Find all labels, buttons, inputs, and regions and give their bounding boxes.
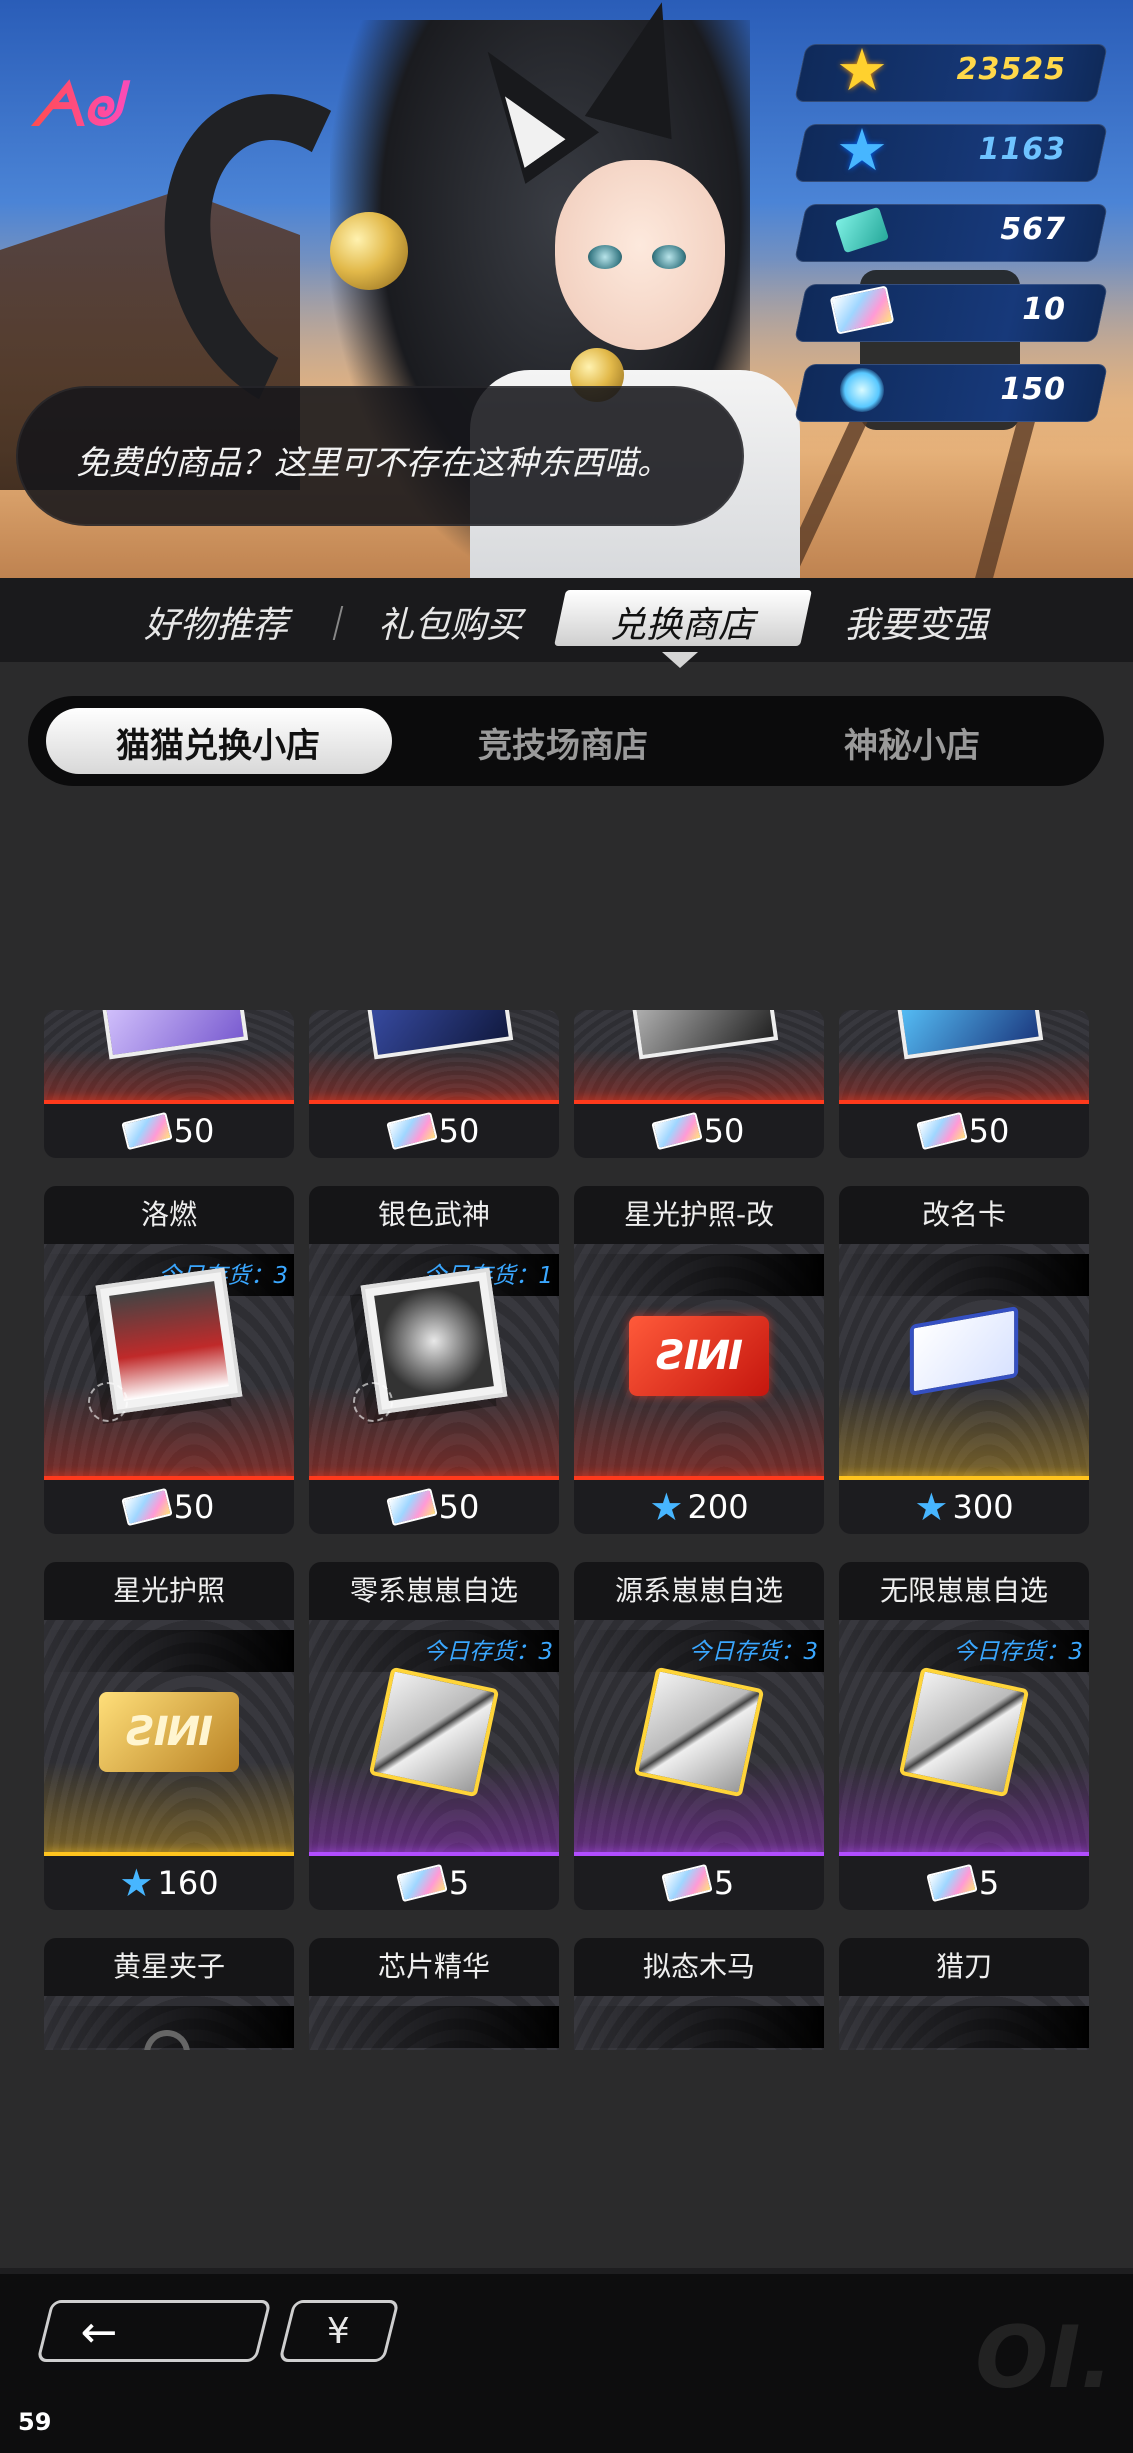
shop-item-card[interactable]: 黄星夹子 <box>44 1938 294 2050</box>
subtab-mystery-shop[interactable]: 神秘小店 <box>844 718 980 767</box>
selection-box-icon <box>633 1666 765 1798</box>
shop-screen: ᗅᖙ ★ 23525 ★ 1163 567 10 150 免费的商品？这里可不存… <box>0 0 1133 2453</box>
bottom-bar: ← ¥ OI. <box>0 2268 1133 2453</box>
circle-icon <box>353 1382 393 1422</box>
selection-box-icon <box>368 1666 500 1798</box>
card-pack-icon <box>829 278 895 342</box>
character-eye <box>588 245 622 269</box>
shop-item-card[interactable]: 50 <box>574 1010 824 1158</box>
character-face <box>555 160 725 350</box>
card-pack-icon <box>650 1111 703 1151</box>
recharge-button[interactable]: ¥ <box>278 2300 400 2362</box>
subtab-cat-shop[interactable]: 猫猫兑换小店 <box>116 718 320 767</box>
tab-get-stronger[interactable]: 我要变强 <box>844 596 988 648</box>
decorative-label: OI. <box>975 2308 1113 2408</box>
passport-icon: ƧIИI <box>629 1316 769 1396</box>
item-title: 猎刀 <box>839 1938 1089 1996</box>
item-price: 50 <box>44 1104 294 1158</box>
ticket-icon <box>830 198 894 262</box>
character-eye <box>652 245 686 269</box>
circle-icon <box>88 1382 128 1422</box>
item-title: 洛燃 <box>44 1186 294 1244</box>
item-price: ★ 200 <box>574 1480 824 1534</box>
item-title: 零系崽崽自选 <box>309 1562 559 1620</box>
shop-item-card[interactable]: 星光护照-改 ƧIИI ★ 200 <box>574 1186 824 1534</box>
card-pack-icon <box>385 1487 438 1527</box>
game-logo: ᗅᖙ <box>30 70 210 160</box>
crystal-icon <box>830 358 894 422</box>
currency-blue-star[interactable]: ★ 1163 <box>793 116 1109 184</box>
currency-gold-star[interactable]: ★ 23525 <box>793 36 1109 104</box>
item-title: 源系崽崽自选 <box>574 1562 824 1620</box>
tab-divider <box>332 606 344 640</box>
shop-item-card[interactable]: 改名卡 ★ 300 <box>839 1186 1089 1534</box>
item-price: 50 <box>309 1104 559 1158</box>
item-title: 银色武神 <box>309 1186 559 1244</box>
stock-label: 今日存货：3 <box>688 1639 818 1665</box>
item-title: 无限崽崽自选 <box>839 1562 1089 1620</box>
shop-item-card[interactable]: 零系崽崽自选 今日存货：3 5 <box>309 1562 559 1910</box>
subtab-arena-shop[interactable]: 竞技场商店 <box>478 718 648 767</box>
item-grid: 50 50 50 50 洛燃 今日存货：3 50 <box>44 1010 1090 2050</box>
card-pack-icon <box>120 1111 173 1151</box>
item-title: 黄星夹子 <box>44 1938 294 1996</box>
item-price: 50 <box>839 1104 1089 1158</box>
blue-star-icon: ★ <box>836 116 888 184</box>
item-title: 改名卡 <box>839 1186 1089 1244</box>
item-price: 50 <box>309 1480 559 1534</box>
selection-box-icon <box>898 1666 1030 1798</box>
card-pack-icon <box>385 1111 438 1151</box>
item-title: 芯片精华 <box>309 1938 559 1996</box>
blue-star-icon: ★ <box>649 1485 684 1529</box>
item-price: 5 <box>309 1856 559 1910</box>
back-button[interactable]: ← <box>36 2300 272 2362</box>
shop-item-card[interactable]: 芯片精华 <box>309 1938 559 2050</box>
card-pack-icon <box>396 1863 448 1903</box>
passport-icon: ƧIИI <box>99 1692 239 1772</box>
shop-item-card[interactable]: 50 <box>839 1010 1089 1158</box>
tab-exchange-shop[interactable]: 兑换商店 <box>610 596 754 648</box>
back-arrow-icon: ← <box>80 2307 118 2358</box>
item-price: 5 <box>839 1856 1089 1910</box>
bell-icon <box>330 212 408 290</box>
speech-bubble: 免费的商品？这里可不存在这种东西喵。 <box>16 386 744 526</box>
fps-counter: 59 <box>18 2408 52 2436</box>
blue-star-icon: ★ <box>119 1861 154 1905</box>
shop-item-card[interactable]: 无限崽崽自选 今日存货：3 5 <box>839 1562 1089 1910</box>
stock-label: 今日存货：3 <box>423 1639 553 1665</box>
shop-item-card[interactable]: 星光护照 ƧIИI ★ 160 <box>44 1562 294 1910</box>
shop-item-card[interactable]: 洛燃 今日存货：3 50 <box>44 1186 294 1534</box>
item-price: 5 <box>574 1856 824 1910</box>
speech-text: 免费的商品？这里可不存在这种东西喵。 <box>76 443 670 482</box>
tab-gift-packs[interactable]: 礼包购买 <box>378 596 522 648</box>
currency-crystal[interactable]: 150 <box>793 364 1109 422</box>
yen-icon: ¥ <box>326 2311 350 2352</box>
sub-tabs: 猫猫兑换小店 竞技场商店 神秘小店 <box>28 696 1104 786</box>
item-price: 50 <box>44 1480 294 1534</box>
item-price: 50 <box>574 1104 824 1158</box>
currency-ticket[interactable]: 567 <box>793 204 1109 262</box>
shop-item-card[interactable]: 银色武神 今日存货：1 50 <box>309 1186 559 1534</box>
shop-item-card[interactable]: 拟态木马 <box>574 1938 824 2050</box>
item-price: ★ 160 <box>44 1856 294 1910</box>
item-title: 星光护照 <box>44 1562 294 1620</box>
stock-label: 今日存货：3 <box>953 1639 1083 1665</box>
gold-star-icon: ★ <box>836 36 888 104</box>
card-pack-icon <box>915 1111 968 1151</box>
blue-star-icon: ★ <box>914 1485 949 1529</box>
item-title: 星光护照-改 <box>574 1186 824 1244</box>
tab-pointer-icon <box>662 652 698 668</box>
currency-card-pack[interactable]: 10 <box>793 284 1109 342</box>
card-pack-icon <box>661 1863 713 1903</box>
main-tabs: 好物推荐 礼包购买 兑换商店 我要变强 <box>0 578 1133 662</box>
shop-item-card[interactable]: 50 <box>44 1010 294 1158</box>
item-price: ★ 300 <box>839 1480 1089 1534</box>
card-pack-icon <box>926 1863 978 1903</box>
tab-recommend[interactable]: 好物推荐 <box>144 596 288 648</box>
shop-item-card[interactable]: 猎刀 <box>839 1938 1089 2050</box>
shop-item-card[interactable]: 50 <box>309 1010 559 1158</box>
shop-item-card[interactable]: 源系崽崽自选 今日存货：3 5 <box>574 1562 824 1910</box>
card-pack-icon <box>120 1487 173 1527</box>
item-title: 拟态木马 <box>574 1938 824 1996</box>
